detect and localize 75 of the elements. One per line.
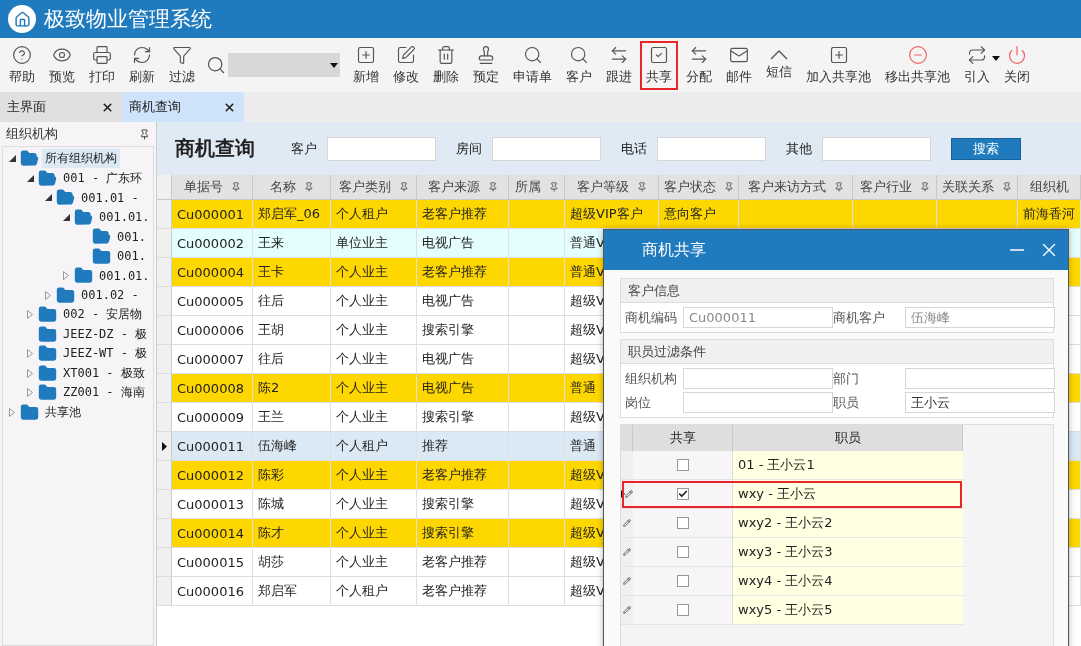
table-cell: Cu000009 (172, 403, 253, 431)
table-cell: 电视广告 (417, 229, 509, 257)
table-cell: Cu000014 (172, 519, 253, 547)
staff-name: wxy2 - 王小云2 (738, 514, 833, 532)
table-cell: 郑启军 (253, 577, 331, 605)
table-cell: 个人业主 (331, 461, 417, 489)
panel-title: 组织机构 (6, 125, 58, 143)
table-cell: Cu000005 (172, 287, 253, 315)
table-cell: 陈才 (253, 519, 331, 547)
table-cell: Cu000015 (172, 548, 253, 576)
table-cell: 胡莎 (253, 548, 331, 576)
table-cell: 单位业主 (331, 229, 417, 257)
table-cell: 电视广告 (417, 287, 509, 315)
table-cell: 王来 (253, 229, 331, 257)
table-cell: 电视广告 (417, 345, 509, 373)
table-cell: 个人租户 (331, 577, 417, 605)
staff-name: wxy4 - 王小云4 (738, 572, 833, 590)
field-label: 部门 (833, 369, 860, 388)
page-title: 商机查询 (175, 135, 255, 162)
table-cell: 搜索引擎 (417, 490, 509, 518)
table-cell: 个人业主 (331, 548, 417, 576)
staff-name: 01 - 王小云1 (738, 456, 815, 474)
field-label: 职员 (833, 393, 860, 412)
table-cell: 王兰 (253, 403, 331, 431)
table-cell: Cu000001 (172, 200, 253, 228)
table-cell: 个人租户 (331, 200, 417, 228)
staff-name: wxy5 - 王小云5 (738, 601, 833, 619)
table-cell: 个人业主 (331, 258, 417, 286)
table-cell: 个人业主 (331, 316, 417, 344)
table-cell: 超级VIP客户 (565, 200, 659, 228)
table-cell: 老客户推荐 (417, 577, 509, 605)
table-cell: Cu000007 (172, 345, 253, 373)
table-cell: 郑启军_06 (253, 200, 331, 228)
table-cell: Cu000008 (172, 374, 253, 402)
table-cell: 前海香河 (1018, 200, 1081, 228)
table-cell: 个人业主 (331, 519, 417, 547)
table-cell: 搜索引擎 (417, 316, 509, 344)
table-cell: 陈城 (253, 490, 331, 518)
field-label: 电话 (621, 139, 647, 158)
table-cell: 往后 (253, 287, 331, 315)
field-label: 客户 (291, 139, 317, 158)
table-cell: 老客户推荐 (417, 200, 509, 228)
table-cell: 陈2 (253, 374, 331, 402)
table-cell: 搜索引擎 (417, 519, 509, 547)
table-cell: 推荐 (417, 432, 509, 460)
table-cell: 陈彩 (253, 461, 331, 489)
table-cell: 搜索引擎 (417, 403, 509, 431)
table-cell: Cu000011 (172, 432, 253, 460)
table-cell: 个人业主 (331, 345, 417, 373)
table-cell: Cu000002 (172, 229, 253, 257)
table-cell: Cu000013 (172, 490, 253, 518)
table-cell: 老客户推荐 (417, 461, 509, 489)
table-cell: 老客户推荐 (417, 258, 509, 286)
table-cell: Cu000012 (172, 461, 253, 489)
table-cell: Cu000004 (172, 258, 253, 286)
table-cell: 个人业主 (331, 490, 417, 518)
field-label: 其他 (786, 139, 812, 158)
table-cell: 伍海峰 (253, 432, 331, 460)
table-cell: 往后 (253, 345, 331, 373)
table-cell: 王卡 (253, 258, 331, 286)
table-cell: 王胡 (253, 316, 331, 344)
table-cell: 意向客户 (659, 200, 739, 228)
field-label: 房间 (456, 139, 482, 158)
staff-name: wxy3 - 王小云3 (738, 543, 833, 561)
staff-name: wxy - 王小云 (738, 485, 816, 503)
table-cell: 个人业主 (331, 374, 417, 402)
table-cell: Cu000016 (172, 577, 253, 605)
table-cell: 个人业主 (331, 403, 417, 431)
app-title: 极致物业管理系统 (44, 6, 212, 33)
table-cell: 个人业主 (331, 287, 417, 315)
table-cell: 个人租户 (331, 432, 417, 460)
table-cell: Cu000006 (172, 316, 253, 344)
field-label: 商机客户 (833, 308, 886, 327)
table-cell: 老客户推荐 (417, 548, 509, 576)
table-cell: 电视广告 (417, 374, 509, 402)
